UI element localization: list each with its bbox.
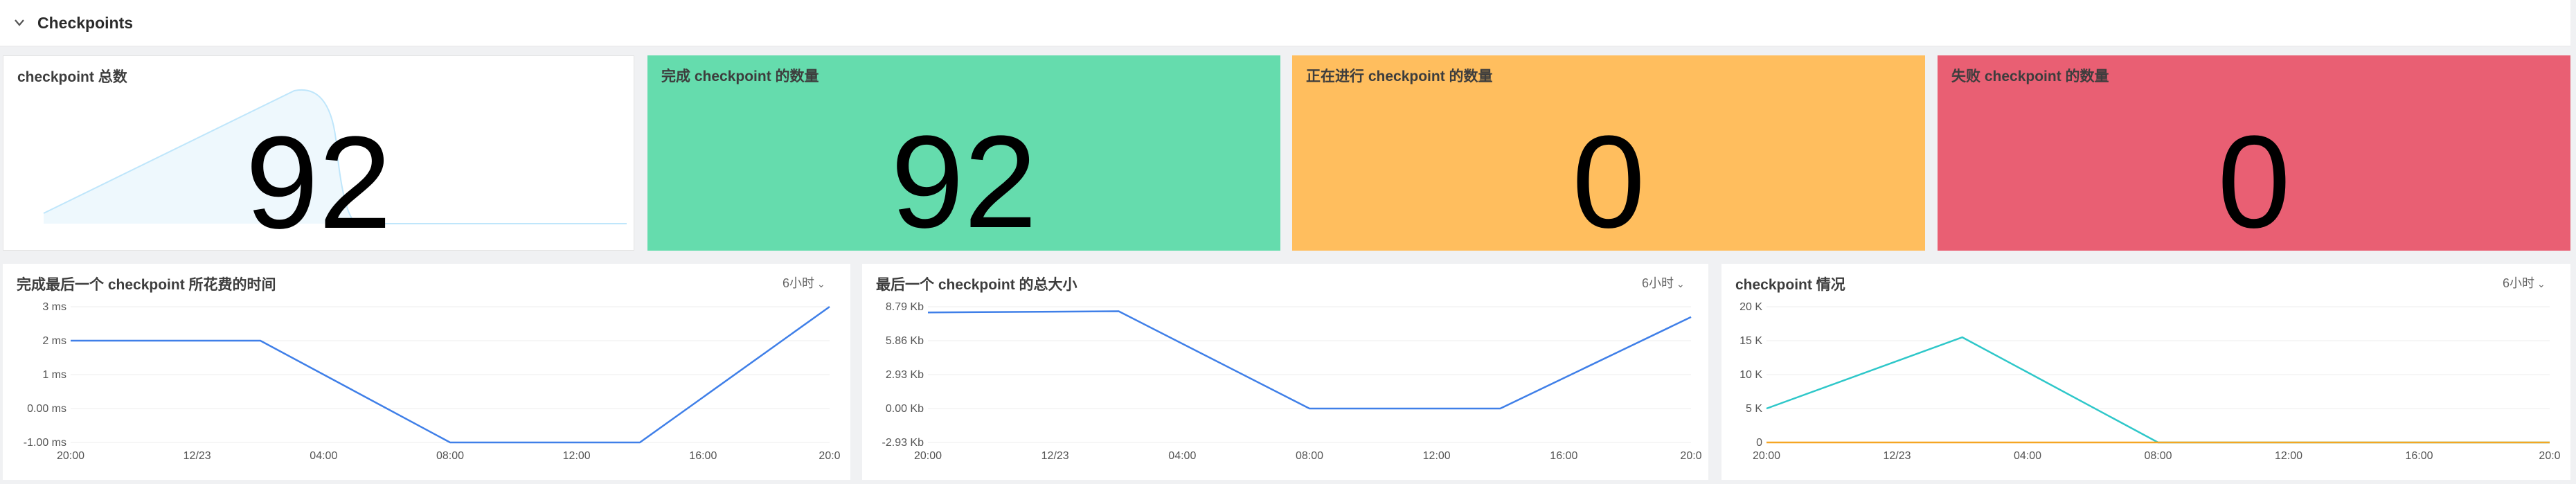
x-tick-label: 04:00 (310, 450, 337, 462)
series-line (927, 310, 1692, 410)
x-tick-label: 16:00 (689, 450, 717, 462)
y-tick-label: 0.00 Kb (886, 403, 924, 415)
line-chart: 8.79 Kb5.86 Kb2.93 Kb0.00 Kb-2.93 Kb20:0… (882, 301, 1702, 462)
y-tick-label: 15 K (1739, 335, 1762, 347)
y-tick-label: 3 ms (42, 301, 66, 313)
stat-title: 失败 checkpoint 的数量 (1951, 69, 2109, 84)
chart-panel-size: 8.79 Kb 5.86 Kb 2.93 Kb 0.00 Kb -2.93 Kb 20:0… (862, 264, 1708, 480)
y-tick-label: -2.93 Kb (882, 437, 924, 449)
stat-panel-failed: 失败 checkpoint 的数量 0 (1938, 55, 2570, 251)
time-range-label: 6小时 (2503, 276, 2535, 290)
stat-title: 正在进行 checkpoint 的数量 (1306, 69, 1493, 84)
chart-title: 完成最后一个 checkpoint 所花费的时间 (17, 277, 276, 293)
x-tick-label: 20:00 (1753, 450, 1780, 462)
x-tick-label: 12:00 (1423, 450, 1451, 462)
x-tick-label: 08:00 (1296, 450, 1323, 462)
y-tick-label: 2.93 Kb (886, 369, 924, 381)
chevron-down-icon: ⌄ (1676, 278, 1685, 289)
x-tick-label: 12/23 (184, 450, 211, 462)
time-range-label: 6小时 (1642, 276, 1674, 290)
x-tick-label: 08:00 (436, 450, 464, 462)
x-tick-label: 20:00 (57, 450, 84, 462)
time-range-select[interactable]: 6小时 ⌄ (1642, 274, 1685, 292)
y-tick-label: 0.00 ms (27, 403, 66, 415)
chevron-down-icon: ⌄ (817, 278, 825, 289)
x-tick-label: 04:00 (2014, 450, 2041, 462)
x-tick-label: 20:0 (1680, 450, 1701, 462)
y-tick-label: 5.86 Kb (886, 335, 924, 347)
stat-title: checkpoint 总数 (17, 69, 127, 85)
x-tick-label: 08:00 (2144, 450, 2172, 462)
stat-value: 92 (245, 109, 392, 256)
y-tick-label: 8.79 Kb (886, 301, 924, 313)
x-tick-label: 20:0 (2539, 450, 2560, 462)
chart-title: checkpoint 情况 (1735, 277, 1845, 293)
y-tick-label: -1.00 ms (24, 437, 66, 449)
chart-panel-status: 20 K 15 K 10 K 5 K 0 20:00 12/23 04:00 08:00 12:0… (1721, 264, 2570, 480)
stat-value: 0 (1572, 109, 1645, 256)
section-title: Checkpoints (37, 14, 134, 32)
x-tick-label: 20:00 (914, 450, 942, 462)
stat-panel-in-progress: 正在进行 checkpoint 的数量 0 (1292, 55, 1925, 251)
time-range-select[interactable]: 6小时 ⌄ (782, 274, 825, 292)
y-tick-label: 2 ms (42, 335, 66, 347)
y-tick-label: 1 ms (42, 369, 66, 381)
x-tick-label: 16:00 (1550, 450, 1577, 462)
y-tick-label: 10 K (1739, 369, 1762, 381)
y-tick-label: 20 K (1739, 301, 1762, 313)
time-range-label: 6小时 (782, 276, 815, 290)
stat-title: 完成 checkpoint 的数量 (661, 69, 819, 84)
y-tick-label: 5 K (1746, 403, 1762, 415)
chevron-down-icon: ⌄ (2537, 278, 2546, 289)
y-tick-label: 0 (1756, 437, 1762, 449)
x-tick-label: 20:0 (819, 450, 840, 462)
x-tick-label: 12/23 (1883, 450, 1911, 462)
line-chart: 20 K 15 K 10 K 5 K 020:00 12/23 04:00 08:00 12:0… (1739, 301, 2561, 462)
chevron-down-icon[interactable] (12, 17, 26, 28)
x-tick-label: 12:00 (2275, 450, 2302, 462)
x-tick-label: 04:00 (1168, 450, 1196, 462)
stat-panel-completed: 完成 checkpoint 的数量 92 (647, 55, 1280, 251)
chart-panel-duration: 3 ms 2 ms 1 ms 0.00 ms -1.00 ms 20:00 12/23 04:… (3, 264, 850, 480)
time-range-select[interactable]: 6小时 ⌄ (2503, 274, 2546, 292)
section-header[interactable]: Checkpoints (0, 0, 2570, 46)
stat-value: 92 (891, 109, 1037, 256)
line-chart: 3 ms 2 ms 1 ms 0.00 ms -1.00 ms20:00 12/23 04:… (24, 301, 841, 462)
series-line (1766, 336, 2550, 444)
x-tick-label: 16:00 (2405, 450, 2433, 462)
chart-title: 最后一个 checkpoint 的总大小 (876, 277, 1077, 293)
stat-value: 0 (2217, 109, 2291, 256)
stat-panel-total: checkpoint 总数 92 (3, 55, 634, 251)
x-tick-label: 12:00 (563, 450, 591, 462)
x-tick-label: 12/23 (1041, 450, 1069, 462)
